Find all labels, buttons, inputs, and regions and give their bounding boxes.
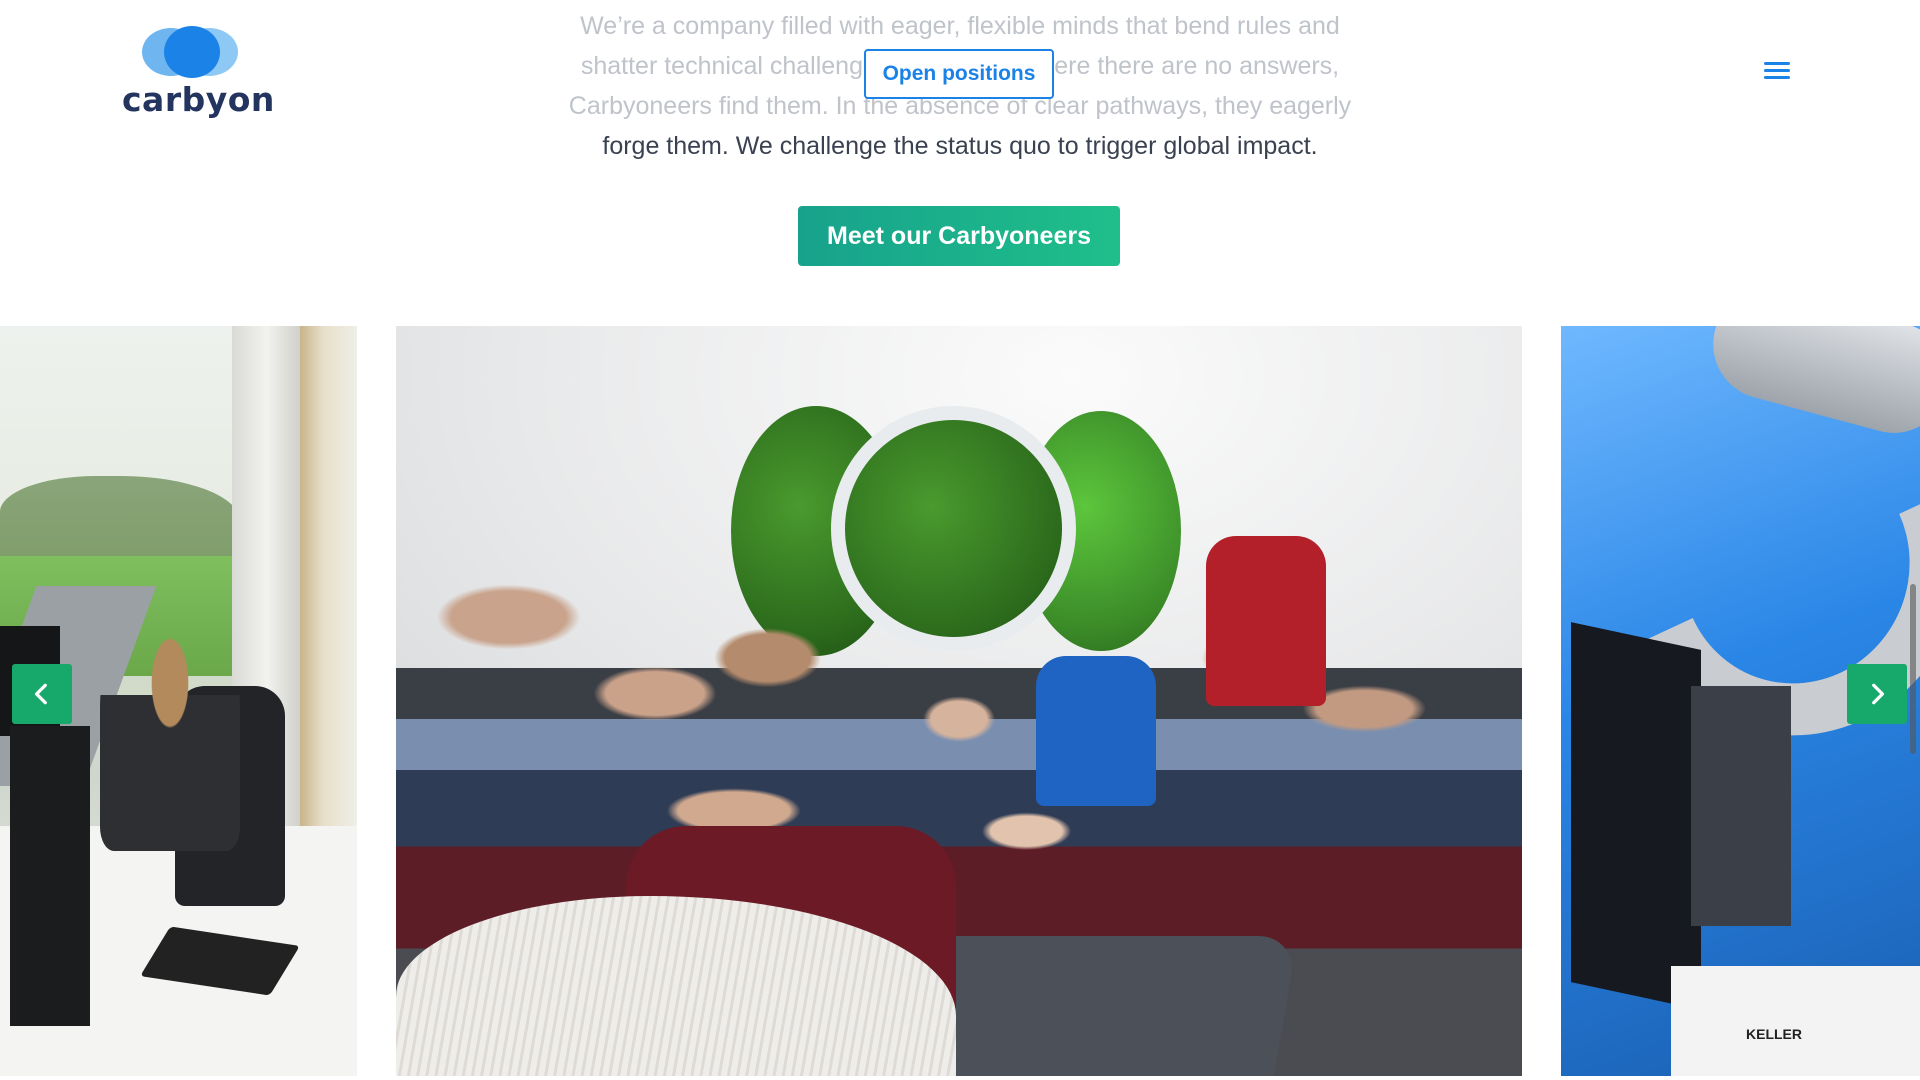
page-scrollbar[interactable] (1910, 584, 1916, 754)
logo-wordmark: carbyon (122, 80, 275, 119)
intro-line-1: We’re a company filled with eager, flexi… (580, 12, 1340, 40)
image-carousel: KELLER (0, 326, 1920, 1076)
meet-carbyoneers-button[interactable]: Meet our Carbyoneers (798, 206, 1120, 266)
open-positions-button[interactable]: Open positions (864, 49, 1054, 99)
slide-team-meeting[interactable] (396, 326, 1522, 1076)
carbyon-logo[interactable]: carbyon (122, 26, 275, 122)
keller-label: KELLER (1746, 1026, 1802, 1042)
intro-line-4: forge them. We challenge the status quo … (602, 132, 1318, 160)
chevron-right-icon (1872, 683, 1885, 705)
carousel-next-button[interactable] (1847, 664, 1907, 724)
logo-mark-icon (142, 26, 242, 78)
chevron-left-icon (34, 683, 47, 705)
carousel-prev-button[interactable] (12, 664, 72, 724)
hamburger-menu-icon[interactable] (1758, 58, 1796, 88)
